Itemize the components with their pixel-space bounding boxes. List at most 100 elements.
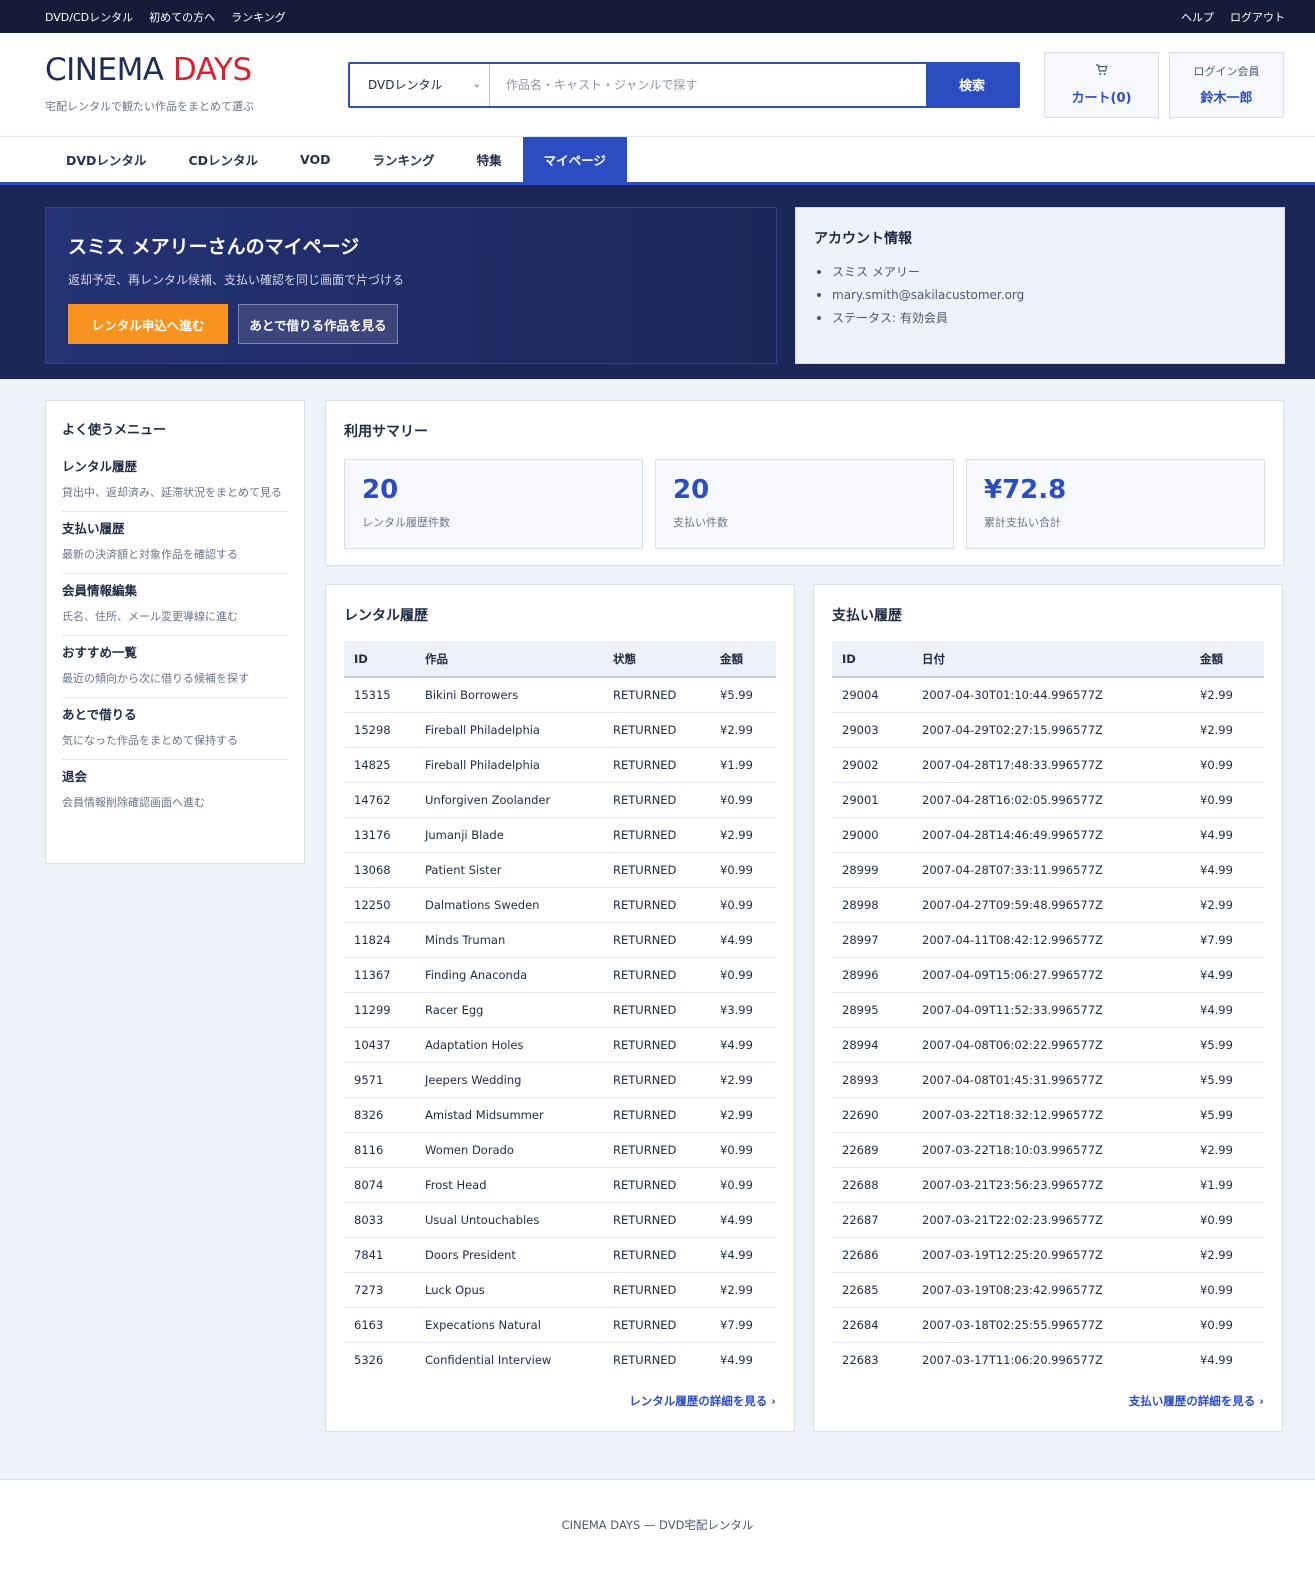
util-link-dvd-cd[interactable]: DVD/CDレンタル <box>45 9 133 25</box>
cell-id: 14825 <box>344 747 415 783</box>
cell-status: RETURNED <box>603 1202 710 1238</box>
cell-date: 2007-04-08T01:45:31.996577Z <box>912 1062 1190 1098</box>
cell-title: Women Dorado <box>415 1132 603 1168</box>
menu-item-title: おすすめ一覧 <box>62 645 138 660</box>
table-row: 22683 2007-03-17T11:06:20.996577Z ¥4.99 <box>832 1342 1264 1377</box>
tab-special[interactable]: 特集 <box>456 137 523 182</box>
cell-amount: ¥7.99 <box>710 1307 776 1343</box>
table-row: 28995 2007-04-09T11:52:33.996577Z ¥4.99 <box>832 992 1264 1028</box>
table-row: 12250 Dalmations Sweden RETURNED ¥0.99 <box>344 887 776 923</box>
member-button[interactable]: ログイン会員 鈴木一郎 <box>1169 51 1284 118</box>
tab-ranking[interactable]: ランキング <box>351 137 455 182</box>
cell-id: 11299 <box>344 992 415 1028</box>
table-row: 8116 Women Dorado RETURNED ¥0.99 <box>344 1132 776 1168</box>
cell-date: 2007-03-21T22:02:23.996577Z <box>912 1202 1190 1238</box>
menu-item-rental-history[interactable]: レンタル履歴 貸出中、返却済み、延滞状況をまとめて見る <box>62 450 288 512</box>
cell-id: 6163 <box>344 1307 415 1343</box>
cell-date: 2007-04-28T07:33:11.996577Z <box>912 852 1190 888</box>
site-logo[interactable]: CINEMA DAYS <box>45 52 252 88</box>
cell-amount: ¥2.99 <box>1190 677 1264 713</box>
cell-date: 2007-03-22T18:32:12.996577Z <box>912 1097 1190 1133</box>
table-row: 5326 Confidential Interview RETURNED ¥4.99 <box>344 1342 776 1377</box>
cell-date: 2007-04-30T01:10:44.996577Z <box>912 677 1190 713</box>
util-link-help[interactable]: ヘルプ <box>1181 9 1214 25</box>
rental-history-more-link[interactable]: レンタル履歴の詳細を見る › <box>629 1393 776 1409</box>
cell-date: 2007-04-09T11:52:33.996577Z <box>912 992 1190 1028</box>
rental-apply-button[interactable]: レンタル申込へ進む <box>68 304 228 344</box>
cell-status: RETURNED <box>603 817 710 853</box>
site-tagline: 宅配レンタルで観たい作品をまとめて選ぶ <box>45 100 254 113</box>
tab-mypage[interactable]: マイページ <box>522 137 627 182</box>
cell-id: 29000 <box>832 817 912 853</box>
tab-dvd-rental[interactable]: DVDレンタル <box>45 137 167 182</box>
brand: CINEMA DAYS 宅配レンタルで観たい作品をまとめて選ぶ <box>45 55 348 114</box>
cell-id: 28996 <box>832 957 912 993</box>
cell-id: 29002 <box>832 747 912 783</box>
table-row: 8074 Frost Head RETURNED ¥0.99 <box>344 1167 776 1203</box>
menu-item-edit-profile[interactable]: 会員情報編集 氏名、住所、メール変更導線に進む <box>62 574 288 636</box>
logo-text-cinema: CINEMA <box>45 52 164 88</box>
util-link-ranking[interactable]: ランキング <box>231 9 286 25</box>
cell-amount: ¥2.99 <box>710 1097 776 1133</box>
table-row: 9571 Jeepers Wedding RETURNED ¥2.99 <box>344 1062 776 1098</box>
usage-summary: 利用サマリー 20 レンタル履歴件数 20 支払い件数 ¥72.8 累計支払い合… <box>325 400 1284 566</box>
search-button[interactable]: 検索 <box>926 63 1018 106</box>
cell-amount: ¥2.99 <box>710 1272 776 1308</box>
cell-id: 13176 <box>344 817 415 853</box>
usage-summary-title: 利用サマリー <box>344 424 428 440</box>
menu-item-payment-history[interactable]: 支払い履歴 最新の決済額と対象作品を確認する <box>62 512 288 574</box>
table-row: 22690 2007-03-22T18:32:12.996577Z ¥5.99 <box>832 1097 1264 1133</box>
cell-title: Confidential Interview <box>425 1352 552 1367</box>
cell-date: 2007-04-08T06:02:22.996577Z <box>912 1027 1190 1063</box>
column-header-id: ID <box>832 641 912 678</box>
stat-payment-count: 20 支払い件数 <box>655 459 954 549</box>
cell-id: 22687 <box>832 1202 912 1238</box>
menu-item-unsubscribe[interactable]: 退会 会員情報削除確認画面へ進む <box>62 760 288 821</box>
cell-title: Unforgiven Zoolander <box>415 782 603 818</box>
welcome-panel: スミス メアリーさんのマイページ 返却予定、再レンタル候補、支払い確認を同じ画面… <box>45 207 777 364</box>
menu-item-recommendations[interactable]: おすすめ一覧 最近の傾向から次に借りる候補を探す <box>62 636 288 698</box>
table-row: 8033 Usual Untouchables RETURNED ¥4.99 <box>344 1202 776 1238</box>
table-row: 13068 Patient Sister RETURNED ¥0.99 <box>344 852 776 888</box>
footer-text: CINEMA DAYS — DVD宅配レンタル <box>561 1518 754 1532</box>
cell-status: RETURNED <box>603 1027 710 1063</box>
table-row: 15298 Fireball Philadelphia RETURNED ¥2.99 <box>344 712 776 748</box>
cell-status: RETURNED <box>603 887 710 923</box>
member-name: 鈴木一郎 <box>1200 91 1253 106</box>
cell-amount: ¥7.99 <box>1190 922 1264 958</box>
cell-title: Jeepers Wedding <box>415 1062 603 1098</box>
utility-links-left: DVD/CDレンタル 初めての方へ ランキング <box>45 9 286 25</box>
search-input[interactable] <box>490 63 926 106</box>
cell-id: 29004 <box>832 677 912 713</box>
cell-amount: ¥2.99 <box>1190 1132 1264 1168</box>
cell-id: 11367 <box>344 957 415 993</box>
table-row: 29003 2007-04-29T02:27:15.996577Z ¥2.99 <box>832 712 1264 748</box>
cart-button[interactable]: カート(0) <box>1044 51 1159 118</box>
tab-vod[interactable]: VOD <box>279 137 351 182</box>
cell-id: 22690 <box>832 1097 912 1133</box>
cell-status: RETURNED <box>613 1352 677 1367</box>
cell-title: Minds Truman <box>415 922 603 958</box>
cell-amount: ¥4.99 <box>1190 817 1264 853</box>
watch-later-button[interactable]: あとで借りる作品を見る <box>238 304 398 344</box>
tab-cd-rental[interactable]: CDレンタル <box>167 137 279 182</box>
cell-title: Usual Untouchables <box>415 1202 603 1238</box>
cell-date: 2007-03-22T18:10:03.996577Z <box>912 1132 1190 1168</box>
table-row: 28997 2007-04-11T08:42:12.996577Z ¥7.99 <box>832 922 1264 958</box>
payment-history-table: ID 日付 金額 29004 2007-04-30T01:10:44.996577… <box>832 641 1264 1377</box>
cell-date: 2007-04-11T08:42:12.996577Z <box>912 922 1190 958</box>
main-nav: DVDレンタル CDレンタル VOD ランキング 特集 マイページ <box>0 137 1315 185</box>
cell-id: 8116 <box>344 1132 415 1168</box>
column-header-amount: 金額 <box>1190 641 1264 678</box>
table-row: 7273 Luck Opus RETURNED ¥2.99 <box>344 1272 776 1308</box>
cell-title: Bikini Borrowers <box>415 677 603 713</box>
cell-amount: ¥4.99 <box>710 1202 776 1238</box>
payment-history-more-link[interactable]: 支払い履歴の詳細を見る › <box>1129 1393 1264 1409</box>
util-link-logout[interactable]: ログアウト <box>1230 9 1285 25</box>
menu-item-watch-later[interactable]: あとで借りる 気になった作品をまとめて保持する <box>62 698 288 760</box>
cell-amount: ¥4.99 <box>1190 852 1264 888</box>
search-category-select[interactable]: DVDレンタル ⌄ <box>350 63 490 106</box>
cell-id: 9571 <box>344 1062 415 1098</box>
util-link-first-time[interactable]: 初めての方へ <box>149 9 215 25</box>
cell-status: RETURNED <box>603 922 710 958</box>
